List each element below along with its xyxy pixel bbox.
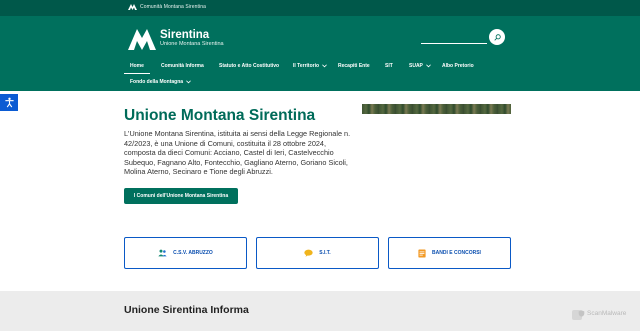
hero-landscape-image — [362, 104, 511, 114]
watermark: ScanMalware — [578, 310, 626, 317]
search-button[interactable] — [489, 29, 505, 45]
nav-item-label: Home — [130, 63, 144, 69]
nav-item-label: Albo Pretorio — [442, 63, 474, 69]
site-title[interactable]: Sirentina — [160, 29, 209, 41]
nav-item-albo[interactable]: Albo Pretorio — [442, 63, 474, 69]
nav-item-label: Comunità Informa — [161, 63, 204, 69]
nav-item-sit[interactable]: SIT — [385, 63, 393, 69]
nav-item-label: Recapiti Ente — [338, 63, 370, 69]
nav-item-statuto[interactable]: Statuto e Atto Costitutivo — [219, 63, 279, 69]
nav-item-label: Il Territorio — [293, 63, 320, 69]
top-bar: Comunità Montana Sirentina — [0, 0, 640, 16]
card-csv-abruzzo[interactable]: C.S.V. ABRUZZO — [124, 237, 247, 269]
card-sit[interactable]: S.I.T. — [256, 237, 379, 269]
card-label: C.S.V. ABRUZZO — [173, 250, 213, 256]
hero-description: L'Unione Montana Sirentina, istituita ai… — [124, 129, 351, 177]
parent-site-link[interactable]: Comunità Montana Sirentina — [128, 3, 206, 10]
nav-item-label: SIT — [385, 63, 393, 69]
informa-title: Unione Sirentina Informa — [124, 304, 249, 316]
comuni-button[interactable]: I Comuni dell'Unione Montana Sirentina — [124, 188, 238, 204]
accessibility-button[interactable] — [0, 94, 18, 111]
site-logo-icon[interactable] — [128, 26, 156, 50]
card-label: BANDI E CONCORSI — [432, 250, 481, 256]
site-header: Sirentina Unione Montana Sirentina Home … — [0, 16, 640, 91]
people-icon — [158, 249, 167, 257]
card-label: S.I.T. — [319, 250, 331, 256]
chevron-down-icon — [426, 64, 431, 68]
search-input[interactable] — [421, 43, 487, 44]
nav-item-suap[interactable]: SUAP — [409, 63, 431, 69]
watermark-label: ScanMalware — [587, 310, 627, 317]
accessibility-icon — [4, 97, 14, 108]
chevron-down-icon — [186, 80, 191, 84]
mountain-logo-icon — [128, 4, 137, 10]
hero-title: Unione Montana Sirentina — [124, 107, 316, 124]
nav-item-recapiti[interactable]: Recapiti Ente — [338, 63, 370, 69]
parent-site-label: Comunità Montana Sirentina — [140, 3, 206, 10]
search-icon — [493, 33, 501, 41]
site-subtitle: Unione Montana Sirentina — [160, 41, 224, 47]
document-icon — [418, 249, 426, 258]
informa-section: Unione Sirentina Informa ScanMalware — [0, 291, 640, 331]
nav-item-fondo-montagna[interactable]: Fondo della Montagna — [130, 79, 191, 85]
main-nav: Home Comunità Informa Statuto e Atto Cos… — [122, 58, 522, 88]
nav-item-territorio[interactable]: Il Territorio — [293, 63, 327, 69]
chat-icon — [304, 249, 313, 257]
chevron-down-icon — [322, 64, 327, 68]
nav-item-home[interactable]: Home — [124, 63, 150, 74]
nav-item-label: Statuto e Atto Costitutivo — [219, 63, 280, 69]
card-bandi-concorsi[interactable]: BANDI E CONCORSI — [388, 237, 511, 269]
nav-item-comunita-informa[interactable]: Comunità Informa — [161, 63, 204, 69]
nav-item-label: SUAP — [409, 63, 423, 69]
nav-item-label: Fondo della Montagna — [130, 79, 184, 85]
shield-icon — [578, 310, 585, 317]
